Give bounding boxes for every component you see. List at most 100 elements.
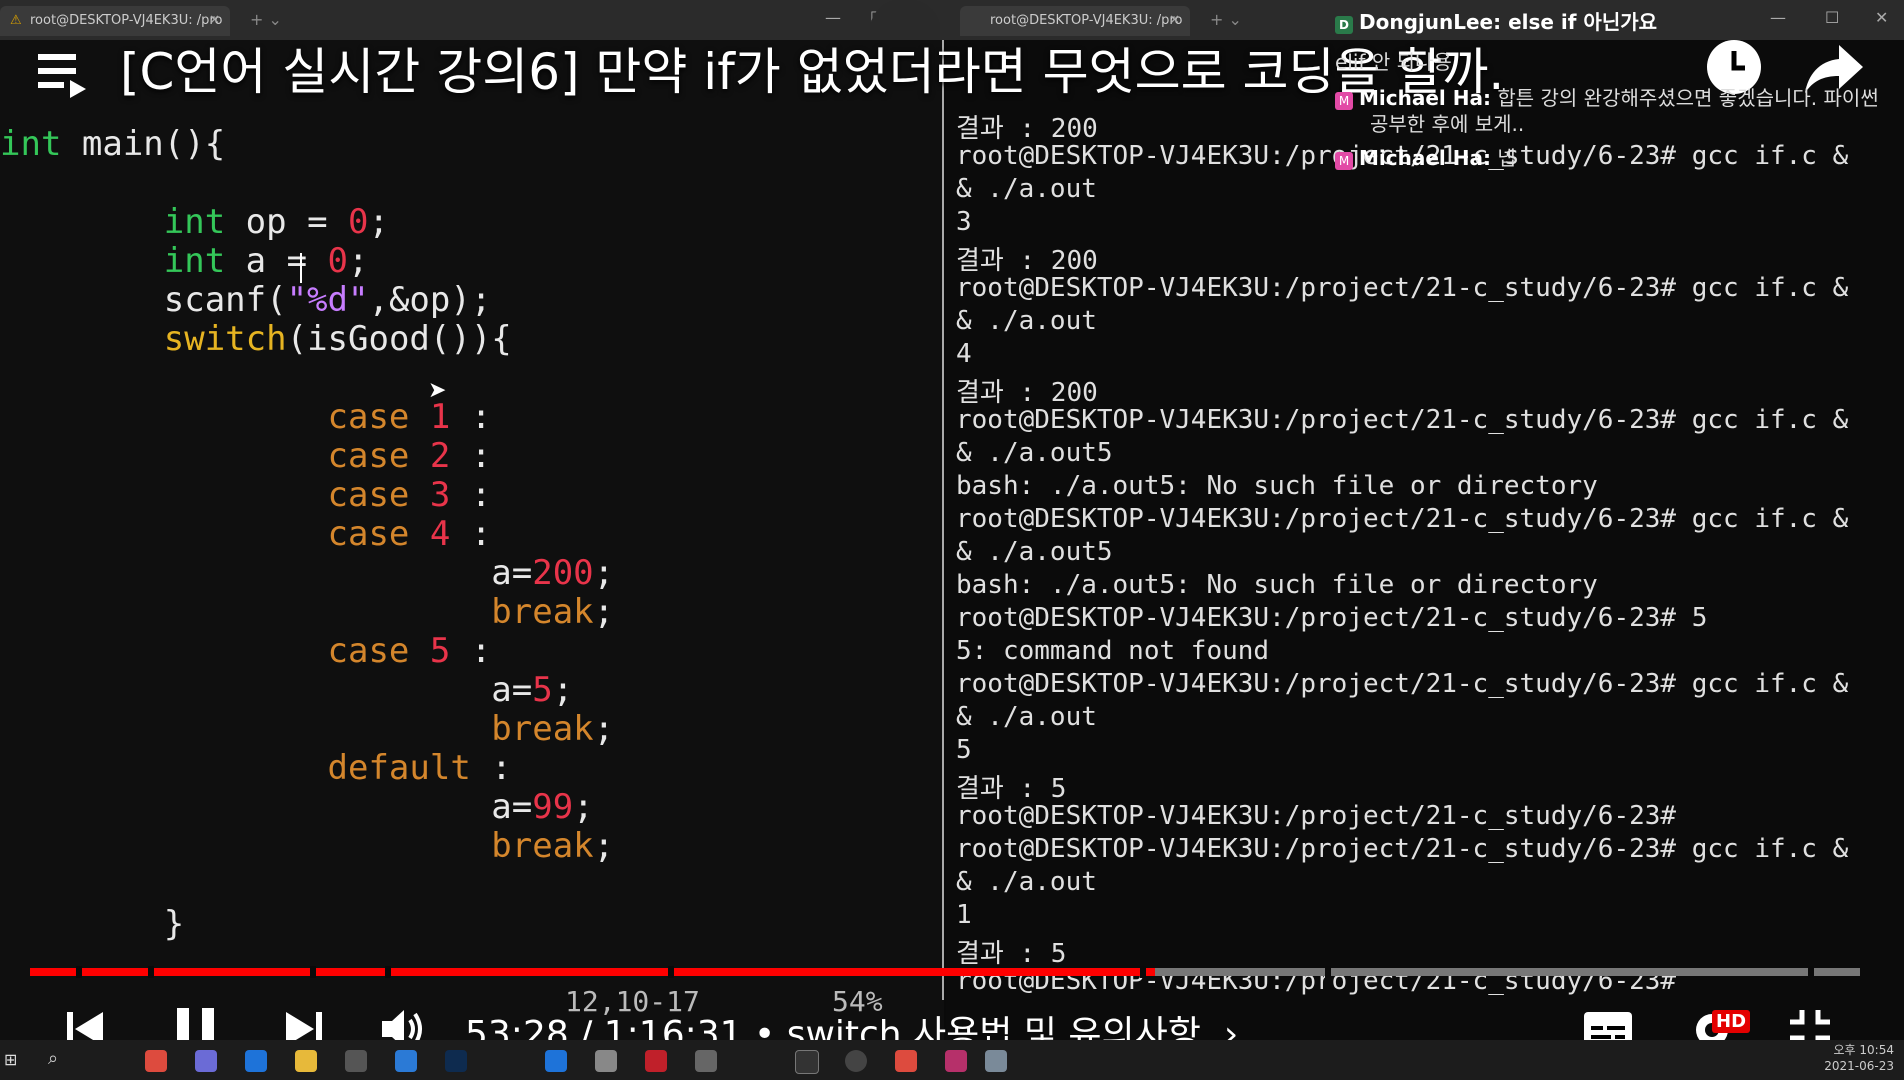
code-token: 5 [429,631,451,671]
minimize-icon[interactable]: — [825,8,841,27]
chat-message: M Michael Ha: 합튼 강의 완강해주셨으면 좋겠습니다. 파이썬 [1335,82,1879,111]
chat-message: elif 안 되나용 [1335,50,1452,74]
code-line: a=99; [0,788,614,827]
terminal-line: & ./a.out [956,867,1097,897]
code-token: default [327,748,471,788]
minimize-icon[interactable]: — [1770,8,1786,27]
mouse-pointer-icon: ➤ [428,378,447,403]
code-token: scanf( [0,280,287,320]
editor-code: int main(){ int op = 0; int a = 0; scanf… [0,125,614,944]
code-token: : [450,514,492,554]
code-token: ; [368,202,389,242]
code-token: 0 [327,241,349,281]
terminal-line: 결과 : 200 [956,378,1098,408]
edge-icon[interactable] [245,1050,267,1072]
chat-message: 공부한 후에 보게.. [1370,112,1525,136]
maximize-icon[interactable]: ☐ [1825,8,1839,27]
terminal-line: 결과 : 5 [956,939,1067,969]
chapter-marker [385,966,391,978]
text-cursor [300,253,302,283]
obs-icon[interactable] [845,1050,867,1072]
terminal-line: root@DESKTOP-VJ4EK3U:/project/21-c_study… [956,603,1708,633]
mail-icon[interactable] [395,1050,417,1072]
code-token: ; [348,241,369,281]
code-line: default : [0,749,614,788]
code-token: case [327,514,410,554]
code-token: op = [225,202,349,242]
close-window-icon[interactable]: ✕ [1875,8,1888,27]
code-token: 200 [532,553,594,593]
app-icon[interactable] [195,1050,217,1072]
code-token: : [450,631,492,671]
code-token: ; [593,709,615,749]
terminal-line: & ./a.out5 [956,438,1113,468]
code-line: a=200; [0,554,614,593]
gear-icon[interactable] [695,1050,717,1072]
terminal-line: root@DESKTOP-VJ4EK3U:/project/21-c_study… [956,405,1849,435]
code-token: case [327,475,410,515]
search-icon[interactable]: ⌕ [48,1048,58,1069]
avatar: M [1335,152,1353,170]
chrome-icon[interactable] [145,1050,167,1072]
chapter-marker [668,966,674,978]
code-token: 5 [532,670,553,710]
new-tab-icon[interactable]: + ⌄ [250,10,282,29]
terminal-line: root@DESKTOP-VJ4EK3U:/project/21-c_study… [956,801,1677,831]
code-token: 0 [348,202,369,242]
chrome-icon[interactable] [895,1050,917,1072]
code-token: ; [593,592,615,632]
code-line: break; [0,593,614,632]
store-icon[interactable] [345,1050,367,1072]
code-token: ; [552,670,574,710]
code-token: a = [225,241,328,281]
ie-icon[interactable] [545,1050,567,1072]
chapter-marker [76,966,82,978]
code-line: case 1 : [0,398,614,437]
code-token: 4 [429,514,451,554]
code-line: a=5; [0,671,614,710]
code-line: case 2 : [0,437,614,476]
terminal-line: & ./a.out [956,702,1097,732]
code-token: ; [593,826,615,866]
terminal-line: 결과 : 200 [956,246,1098,276]
record-icon[interactable] [645,1050,667,1072]
code-token: case [327,631,410,671]
windows-start-icon[interactable]: ⊞ [4,1050,17,1069]
app-icon[interactable] [595,1050,617,1072]
code-line: int op = 0; [0,203,614,242]
code-token: : [450,436,492,476]
new-tab-icon[interactable]: + ⌄ [1210,10,1242,29]
folder-icon[interactable] [295,1050,317,1072]
app-icon[interactable] [985,1050,1007,1072]
code-line: case 3 : [0,476,614,515]
terminal-line: & ./a.out [956,306,1097,336]
code-token: int [163,202,226,242]
app-icon[interactable] [945,1050,967,1072]
system-clock[interactable]: 오후 10:54 2021-06-23 [1824,1042,1894,1074]
pane-divider[interactable] [942,40,944,1000]
code-token: "%d" [286,280,369,320]
playlist-icon[interactable] [38,50,90,102]
code-line: case 5 : [0,632,614,671]
terminal-icon: ⚠ [10,13,22,28]
code-token: 1 [429,397,451,437]
photoshop-icon[interactable] [445,1050,467,1072]
code-token: case [327,436,410,476]
code-token: case [327,397,410,437]
code-line: switch(isGood()){ [0,320,614,359]
terminal-icon[interactable] [795,1050,819,1074]
chapter-marker [148,966,154,978]
